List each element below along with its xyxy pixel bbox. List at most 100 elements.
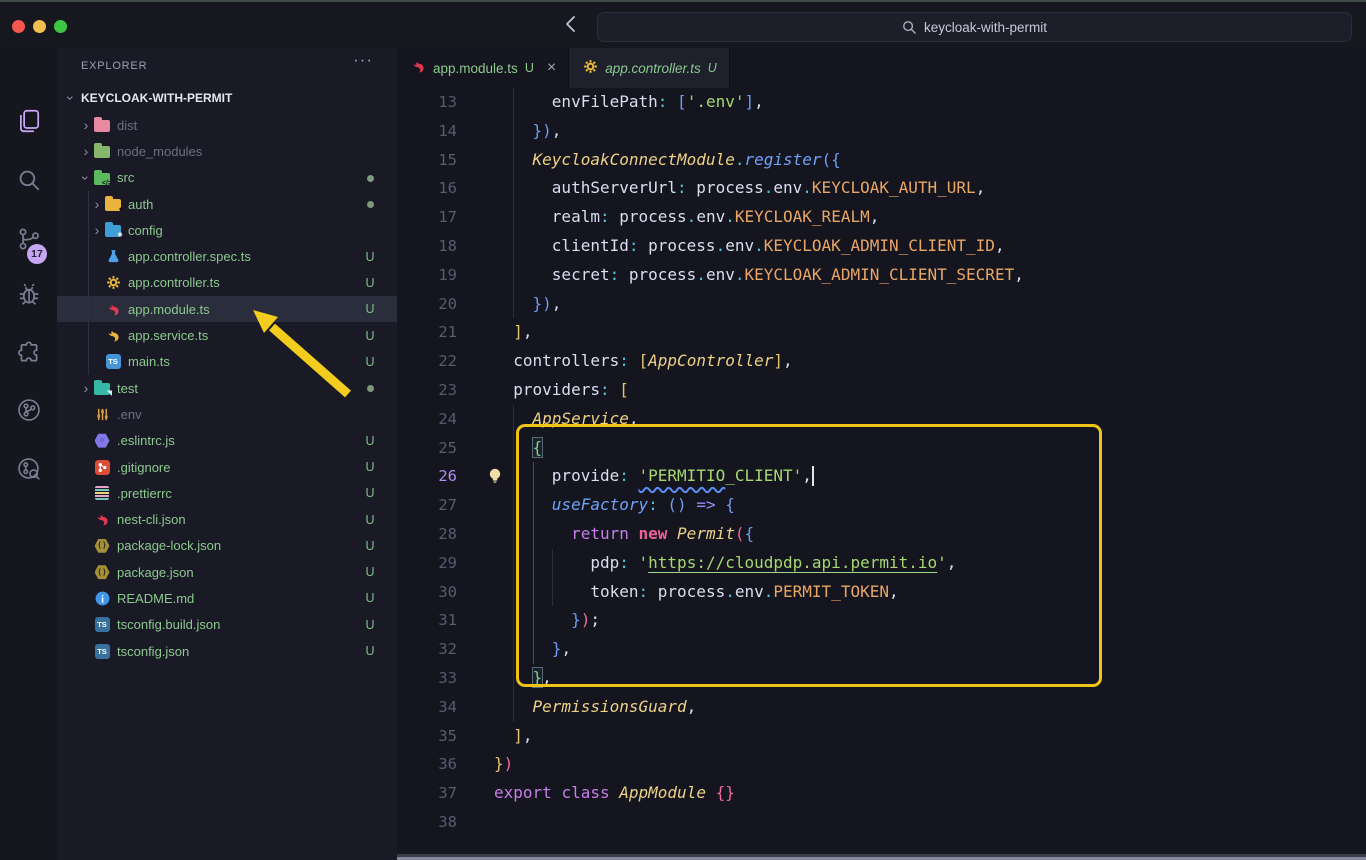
explorer-more-actions-icon[interactable]: ··· [353,50,373,70]
code-line-28[interactable]: return new Permit({ [494,520,754,549]
code-line-13[interactable]: envFilePath: ['.env'], [494,88,764,117]
code-editor[interactable]: 1314151617181920212223242526272829303132… [397,88,1366,860]
activity-explorer-icon[interactable] [16,108,42,134]
chevron-right-icon[interactable]: › [79,117,93,133]
code-line-27[interactable]: useFactory: () => { [494,491,735,520]
code-line-14[interactable]: }), [494,117,561,146]
activity-extensions-icon[interactable] [16,340,42,366]
tree-item--env[interactable]: .env [57,401,397,427]
nav-back-button[interactable] [560,13,582,35]
code-line-31[interactable]: }); [494,606,600,635]
code-token: clientId [552,236,629,255]
zoom-window-button[interactable] [54,20,67,33]
chevron-right-icon[interactable]: › [90,196,104,212]
tree-item-package-lock-json[interactable]: { }package-lock.jsonU [57,533,397,559]
code-line-35[interactable]: ], [494,722,533,751]
tree-item-auth[interactable]: ›●auth [57,191,397,217]
activity-git-graph-icon[interactable] [16,397,42,423]
tree-item-tsconfig-build-json[interactable]: TStsconfig.build.jsonU [57,612,397,638]
activity-gitlens-icon[interactable] [16,456,42,482]
tree-item-readme-md[interactable]: iREADME.mdU [57,585,397,611]
tree-item--gitignore[interactable]: .gitignoreU [57,454,397,480]
line-number: 30 [397,578,457,607]
code-token: [ [677,92,687,111]
code-line-33[interactable]: }, [494,664,552,693]
code-line-19[interactable]: secret: process.env.KEYCLOAK_ADMIN_CLIEN… [494,261,1024,290]
code-line-16[interactable]: authServerUrl: process.env.KEYCLOAK_AUTH… [494,174,985,203]
tab-app-controller-ts[interactable]: app.controller.tsU [569,48,730,88]
command-center-search[interactable]: keycloak-with-permit [597,12,1352,42]
file-label: config [128,223,163,238]
code-line-21[interactable]: ], [494,318,533,347]
code-line-32[interactable]: }, [494,635,571,664]
line-number: 15 [397,146,457,175]
chevron-right-icon[interactable]: › [79,380,93,396]
info-icon: i [93,590,111,606]
tree-item-node-modules[interactable]: ›node_modules [57,138,397,164]
code-line-22[interactable]: controllers: [AppController], [494,347,793,376]
code-line-17[interactable]: realm: process.env.KEYCLOAK_REALM, [494,203,879,232]
project-root-item[interactable]: › KEYCLOAK-WITH-PERMIT [57,84,397,112]
tree-item-app-controller-spec-ts[interactable]: app.controller.spec.tsU [57,243,397,269]
horizontal-scrollbar[interactable] [397,854,1366,860]
tree-item--eslintrc-js[interactable]: ○.eslintrc.jsU [57,428,397,454]
tree-item-config[interactable]: ›✸config [57,217,397,243]
file-tree: ›dist›node_modules›</>src›●auth›✸configa… [57,112,397,664]
code-token: KeycloakConnectModule [533,150,735,169]
tree-item-main-ts[interactable]: TSmain.tsU [57,349,397,375]
code-line-34[interactable]: PermissionsGuard, [494,693,696,722]
chevron-right-icon[interactable]: › [90,222,104,238]
file-label: package-lock.json [117,538,221,553]
code-token: . [802,178,812,197]
chevron-right-icon[interactable]: › [79,143,93,159]
activity-search-icon[interactable] [16,167,42,193]
code-token [494,178,552,197]
tree-item-app-module-ts[interactable]: app.module.tsU [57,296,397,322]
code-token: {} [716,783,735,802]
code-line-24[interactable]: AppService, [494,405,639,434]
lightbulb-icon[interactable] [487,467,503,489]
minimize-window-button[interactable] [33,20,46,33]
code-token: ) [504,754,514,773]
code-token: realm [552,207,600,226]
tab-app-module-ts[interactable]: app.module.tsU× [397,48,569,88]
code-line-36[interactable]: }) [494,750,513,779]
tree-item-app-controller-ts[interactable]: app.controller.tsU [57,270,397,296]
code-token: env [735,582,764,601]
window-controls [12,20,67,33]
code-line-30[interactable]: token: process.env.PERMIT_TOKEN, [494,578,899,607]
tree-item-app-service-ts[interactable]: app.service.tsU [57,322,397,348]
code-token: , [754,92,764,111]
tree-item-tsconfig-json[interactable]: TStsconfig.jsonU [57,638,397,664]
tree-item-package-json[interactable]: { }package.jsonU [57,559,397,585]
code-token [494,121,533,140]
code-token: 'PERMITIO [639,466,726,485]
git-status-badge: U [357,644,383,658]
code-line-23[interactable]: providers: [ [494,376,629,405]
tree-item-test[interactable]: ›◥test [57,375,397,401]
code-token [629,524,639,543]
code-line-25[interactable]: { [494,434,542,463]
code-token: ; [590,610,600,629]
tree-item-nest-cli-json[interactable]: nest-cli.jsonU [57,506,397,532]
file-label: app.service.ts [128,328,208,343]
code-token: ' [937,553,947,572]
code-line-29[interactable]: pdp: 'https://cloudpdp.api.permit.io', [494,549,956,578]
tree-item-dist[interactable]: ›dist [57,112,397,138]
line-number: 32 [397,635,457,664]
close-tab-icon[interactable]: × [547,59,556,77]
code-token: pdp [590,553,619,572]
line-number: 16 [397,174,457,203]
code-token [494,409,533,428]
code-line-26[interactable]: provide: 'PERMITIO_CLIENT', [494,462,814,491]
editor-group: app.module.tsU×app.controller.tsU 131415… [397,48,1366,860]
code-line-20[interactable]: }), [494,290,561,319]
tree-item--prettierrc[interactable]: .prettierrcU [57,480,397,506]
code-line-37[interactable]: export class AppModule {} [494,779,735,808]
chevron-down-icon[interactable]: › [78,171,94,185]
activity-debug-icon[interactable] [16,281,42,307]
close-window-button[interactable] [12,20,25,33]
code-line-15[interactable]: KeycloakConnectModule.register({ [494,146,841,175]
code-line-18[interactable]: clientId: process.env.KEYCLOAK_ADMIN_CLI… [494,232,1005,261]
tree-item-src[interactable]: ›</>src [57,165,397,191]
